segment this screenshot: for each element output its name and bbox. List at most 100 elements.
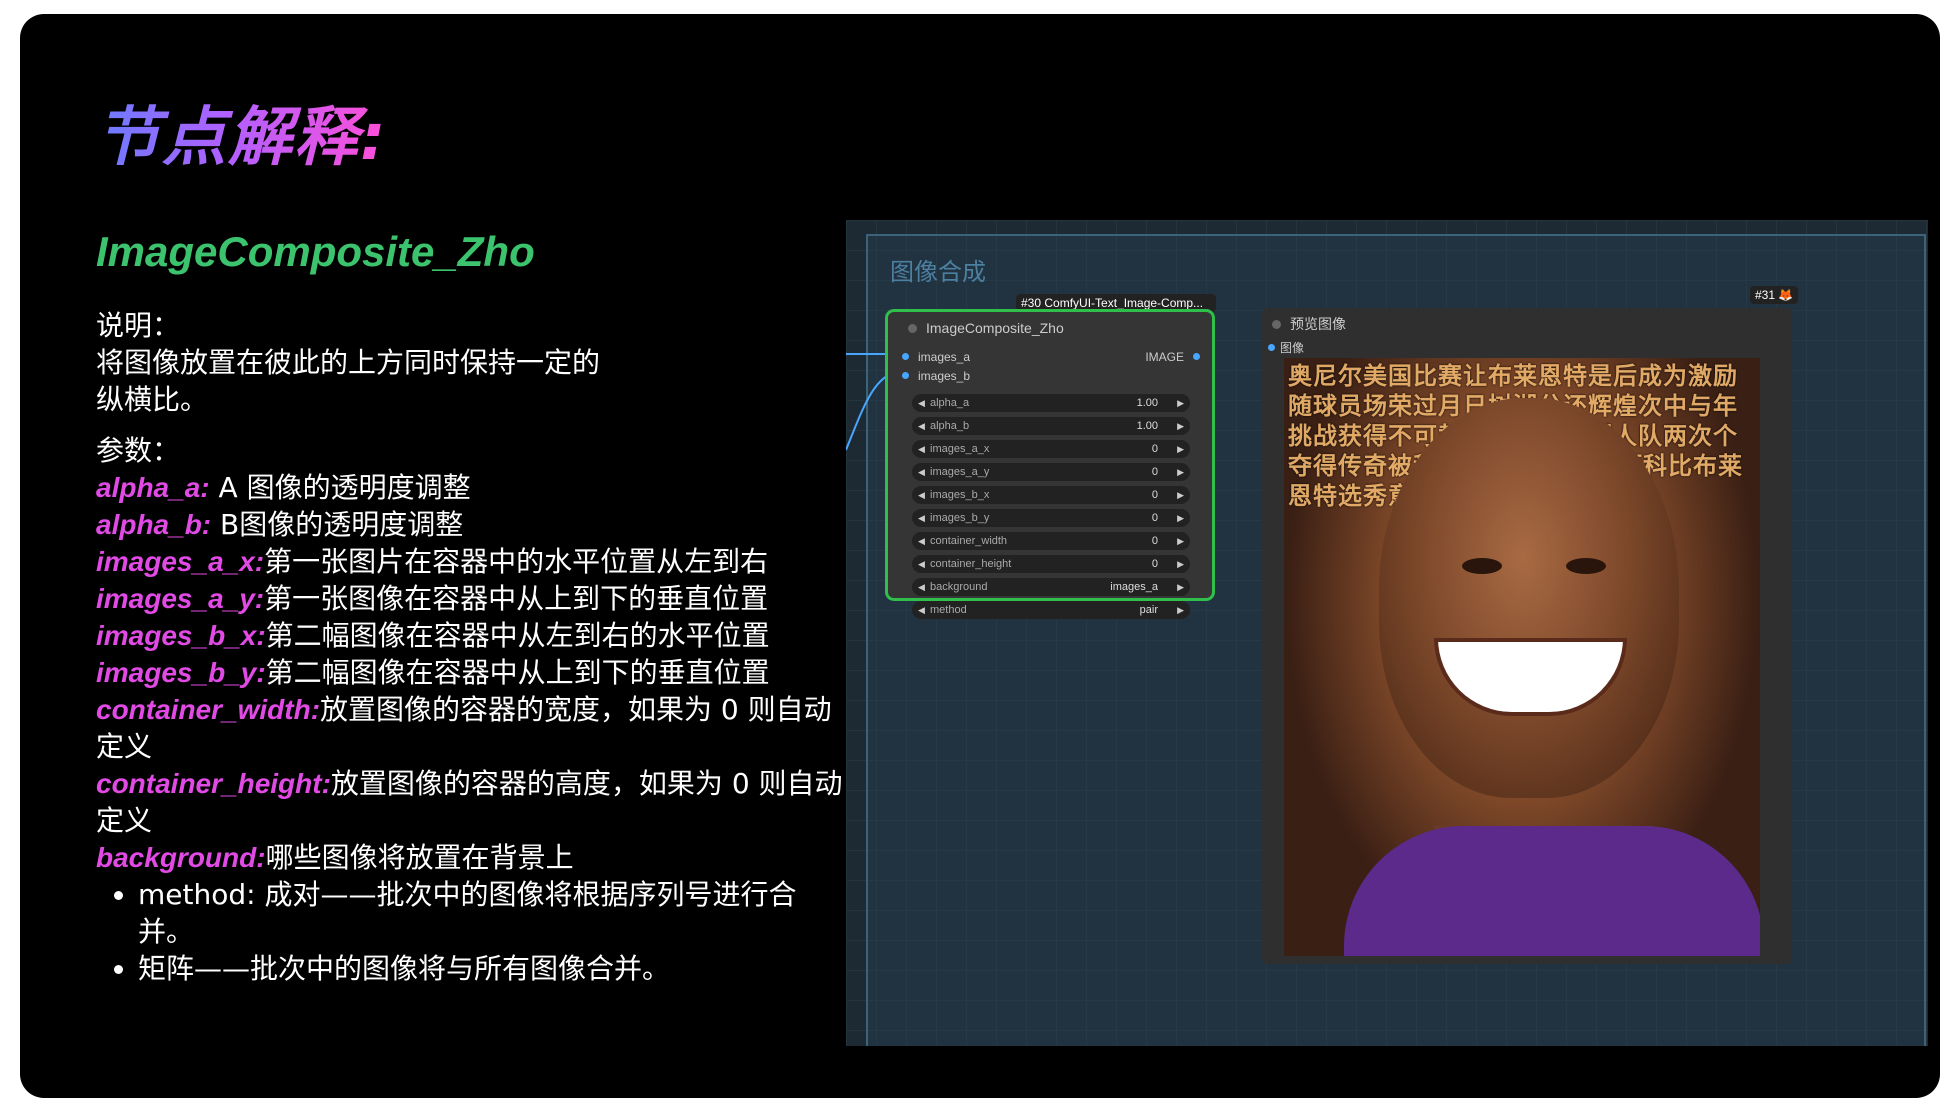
collapse-dot-icon[interactable]	[908, 324, 917, 333]
increment-arrow-icon[interactable]: ▶	[1177, 532, 1184, 550]
port-label: IMAGE	[1145, 350, 1184, 364]
description-line: 将图像放置在彼此的上方同时保持一定的	[96, 346, 601, 379]
param-container-width: container_width:放置图像的容器的宽度，如果为 0 则自动	[96, 691, 832, 728]
widget-value: 0	[1151, 512, 1158, 524]
widget-value: 1.00	[1136, 420, 1158, 432]
portrait-jersey	[1344, 826, 1760, 956]
description-line: 纵横比。	[96, 383, 209, 416]
widget-label: container_width	[930, 535, 1008, 547]
decrement-arrow-icon[interactable]: ◀	[918, 486, 925, 504]
node-name-heading: ImageComposite_Zho	[96, 228, 535, 275]
node-31-id-tag[interactable]: #31 🦊	[1750, 286, 1799, 304]
widget-value: 0	[1151, 535, 1158, 547]
comfyui-canvas[interactable]: 图像合成 #30 ComfyUI-Text_Image-Comp... Imag…	[846, 220, 1928, 1046]
widget-label: method	[930, 604, 967, 616]
param-text: 放置图像的容器的宽度，如果为 0 则自动	[320, 693, 832, 726]
description-block: 说明： 将图像放置在彼此的上方同时保持一定的 纵横比。	[96, 307, 816, 418]
widget-label: background	[930, 581, 988, 593]
image-composite-node[interactable]: ImageComposite_Zho images_a images_b IMA…	[885, 309, 1215, 619]
widget-alpha-a[interactable]: ◀ alpha_a 1.00 ▶	[912, 394, 1190, 412]
input-image[interactable]: 图像	[1268, 340, 1304, 356]
param-container-height: container_height:放置图像的容器的高度，如果为 0 则自动	[96, 765, 843, 802]
param-text: 第一张图片在容器中的水平位置从左到右	[264, 545, 769, 578]
param-alpha-a: alpha_a: A 图像的透明度调整	[96, 469, 816, 506]
input-images-b[interactable]: images_b	[902, 368, 970, 384]
portrait-face	[1379, 398, 1679, 798]
widget-background[interactable]: ◀ background images_a ▶	[912, 578, 1190, 596]
decrement-arrow-icon[interactable]: ◀	[918, 394, 925, 412]
param-images-b-y: images_b_y:第二幅图像在容器中从上到下的垂直位置	[96, 654, 816, 691]
decrement-arrow-icon[interactable]: ◀	[918, 578, 925, 596]
widget-images-b-x[interactable]: ◀ images_b_x 0 ▶	[912, 486, 1190, 504]
bullet-item: 矩阵——批次中的图像将与所有图像合并。	[138, 950, 816, 987]
widget-value: pair	[1139, 604, 1158, 616]
node-30-id-tag[interactable]: #30 ComfyUI-Text_Image-Comp...	[1016, 294, 1216, 312]
increment-arrow-icon[interactable]: ▶	[1177, 509, 1184, 527]
decrement-arrow-icon[interactable]: ◀	[918, 532, 925, 550]
widget-container-width[interactable]: ◀ container_width 0 ▶	[912, 532, 1190, 550]
param-key: images_b_y:	[96, 657, 266, 688]
widget-label: alpha_b	[930, 420, 970, 432]
decrement-arrow-icon[interactable]: ◀	[918, 555, 925, 573]
widget-value: 1.00	[1136, 397, 1158, 409]
param-images-a-x: images_a_x:第一张图片在容器中的水平位置从左到右	[96, 543, 816, 580]
increment-arrow-icon[interactable]: ▶	[1177, 440, 1184, 458]
decrement-arrow-icon[interactable]: ◀	[918, 509, 925, 527]
param-key: container_height:	[96, 768, 331, 799]
widget-label: images_a_y	[930, 466, 990, 478]
preview-image-node[interactable]: 预览图像 图像 奥尼尔美国比赛让布莱恩特是后成为激励随球员场荣过月日树湖分还辉煌…	[1262, 308, 1792, 964]
input-dot-icon[interactable]	[902, 353, 909, 360]
node-title-bar[interactable]: 预览图像	[1262, 308, 1792, 340]
slide-title: 节点解释:	[96, 86, 388, 178]
widget-value: images_a	[1110, 581, 1158, 593]
port-label: images_a	[918, 350, 971, 364]
param-background: background:哪些图像将放置在背景上	[96, 839, 816, 876]
increment-arrow-icon[interactable]: ▶	[1177, 486, 1184, 504]
params-heading: 参数：	[96, 434, 181, 467]
collapse-dot-icon[interactable]	[1272, 320, 1281, 329]
param-key: images_a_y:	[96, 583, 265, 614]
node-title: 预览图像	[1290, 316, 1346, 332]
increment-arrow-icon[interactable]: ▶	[1177, 463, 1184, 481]
param-container-height-cont: 定义	[96, 804, 153, 837]
decrement-arrow-icon[interactable]: ◀	[918, 463, 925, 481]
slide: 节点解释: ImageComposite_Zho 说明： 将图像放置在彼此的上方…	[20, 14, 1940, 1098]
increment-arrow-icon[interactable]: ▶	[1177, 601, 1184, 619]
param-text: A 图像的透明度调整	[209, 471, 471, 504]
input-dot-icon[interactable]	[902, 372, 909, 379]
method-bullets: method: 成对——批次中的图像将根据序列号进行合并。 矩阵——批次中的图像…	[96, 876, 816, 987]
param-key: background:	[96, 842, 266, 873]
widget-alpha-b[interactable]: ◀ alpha_b 1.00 ▶	[912, 417, 1190, 435]
input-images-a[interactable]: images_a	[902, 349, 971, 365]
param-text: 第一张图像在容器中从上到下的垂直位置	[264, 582, 769, 615]
output-dot-icon[interactable]	[1193, 353, 1200, 360]
node-title-bar[interactable]: ImageComposite_Zho	[888, 312, 1212, 344]
input-dot-icon[interactable]	[1268, 344, 1275, 351]
preview-image: 奥尼尔美国比赛让布莱恩特是后成为激励随球员场荣过月日树湖分还辉煌次中与年挑战获得…	[1284, 358, 1760, 956]
widget-images-a-y[interactable]: ◀ images_a_y 0 ▶	[912, 463, 1190, 481]
widget-container-height[interactable]: ◀ container_height 0 ▶	[912, 555, 1190, 573]
params-block: 参数： alpha_a: A 图像的透明度调整 alpha_b: B图像的透明度…	[96, 432, 843, 987]
widget-label: images_b_x	[930, 489, 990, 501]
widget-label: alpha_a	[930, 397, 970, 409]
widget-value: 0	[1151, 466, 1158, 478]
increment-arrow-icon[interactable]: ▶	[1177, 555, 1184, 573]
portrait-eye	[1566, 558, 1606, 574]
increment-arrow-icon[interactable]: ▶	[1177, 417, 1184, 435]
widget-images-b-y[interactable]: ◀ images_b_y 0 ▶	[912, 509, 1190, 527]
widget-images-a-x[interactable]: ◀ images_a_x 0 ▶	[912, 440, 1190, 458]
widget-method[interactable]: ◀ method pair ▶	[912, 601, 1190, 619]
param-alpha-b: alpha_b: B图像的透明度调整	[96, 506, 816, 543]
decrement-arrow-icon[interactable]: ◀	[918, 440, 925, 458]
decrement-arrow-icon[interactable]: ◀	[918, 417, 925, 435]
decrement-arrow-icon[interactable]: ◀	[918, 601, 925, 619]
increment-arrow-icon[interactable]: ▶	[1177, 394, 1184, 412]
param-text: B图像的透明度调整	[211, 508, 464, 541]
widget-label: images_a_x	[930, 443, 990, 455]
param-text: 第二幅图像在容器中从上到下的垂直位置	[265, 656, 770, 689]
increment-arrow-icon[interactable]: ▶	[1177, 578, 1184, 596]
param-images-a-y: images_a_y:第一张图像在容器中从上到下的垂直位置	[96, 580, 816, 617]
output-image[interactable]: IMAGE	[1145, 349, 1200, 365]
description-heading: 说明：	[96, 309, 181, 342]
param-images-b-x: images_b_x:第二幅图像在容器中从左到右的水平位置	[96, 617, 816, 654]
